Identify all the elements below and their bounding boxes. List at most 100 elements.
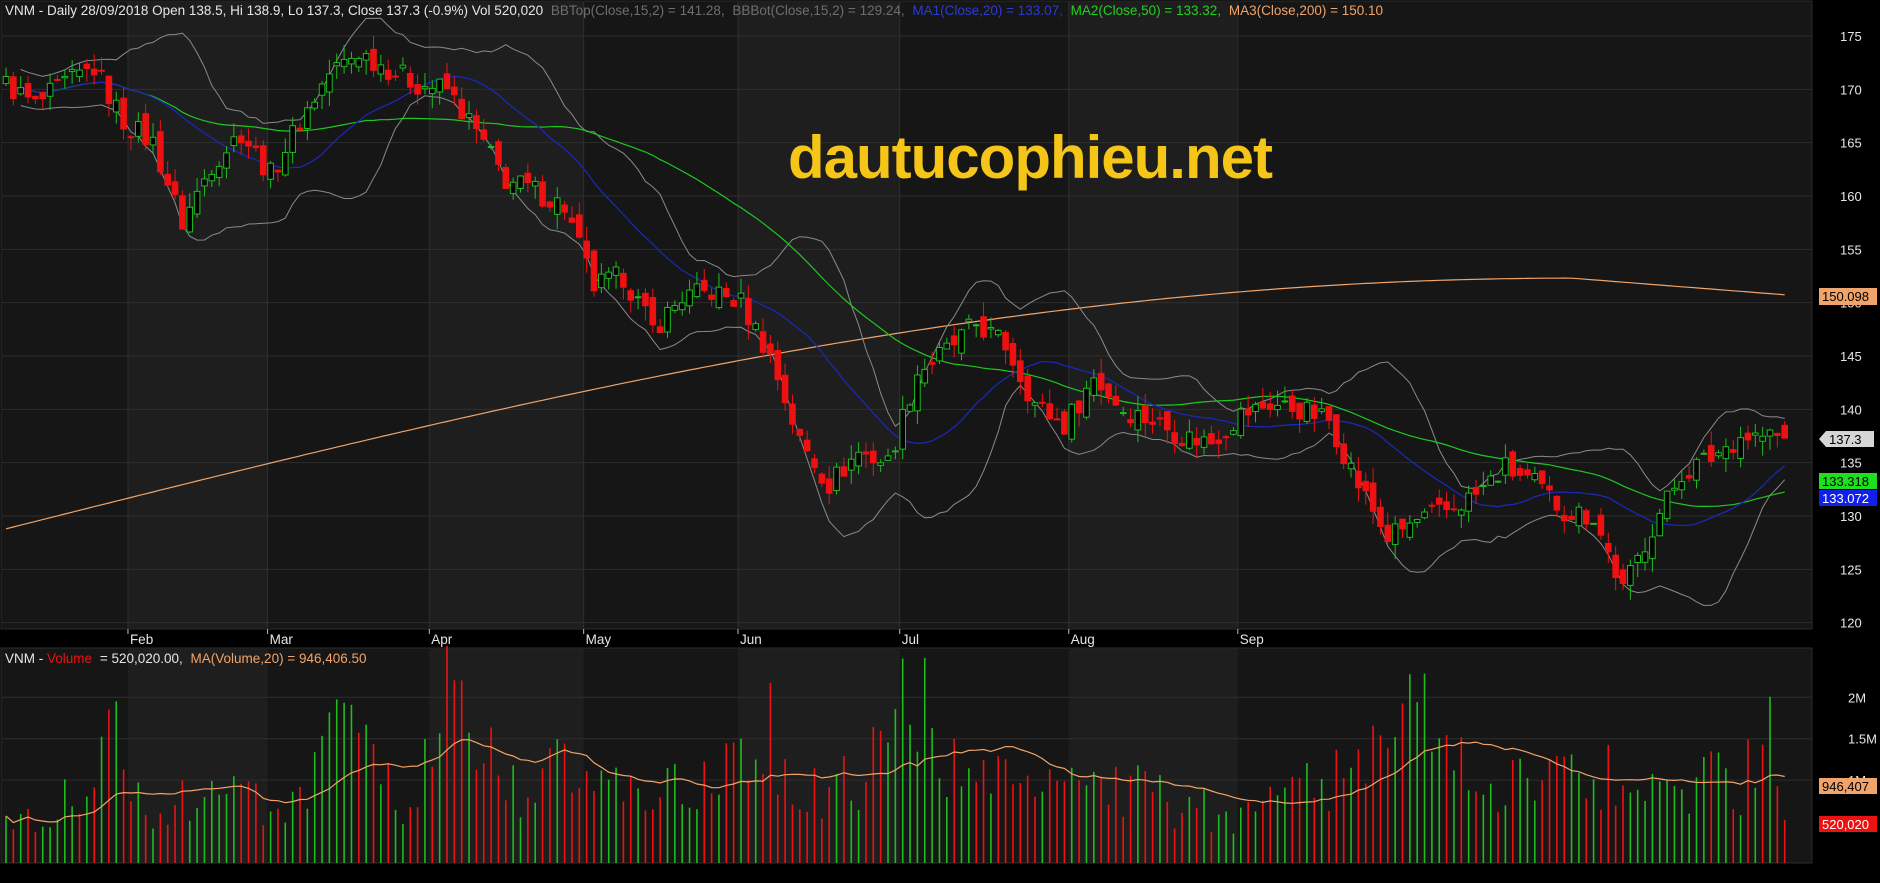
legend-ma2: MA2(Close,50) = 133.32, bbox=[1071, 3, 1221, 18]
candle-body bbox=[1311, 404, 1318, 419]
candle-body bbox=[921, 368, 929, 384]
candle-body bbox=[429, 87, 436, 95]
candle-body bbox=[208, 173, 216, 182]
chart-svg: dautucophieu.net Feb Mar Apr May Jun Jul Aug Se… bbox=[0, 0, 1880, 878]
candle-body bbox=[781, 374, 789, 404]
candle-body bbox=[1340, 443, 1348, 465]
candle bbox=[1663, 490, 1671, 523]
candle-body bbox=[1435, 497, 1443, 505]
candle-body bbox=[634, 296, 642, 299]
candle-body bbox=[384, 69, 392, 80]
candle-body bbox=[1244, 408, 1252, 416]
candle-body bbox=[1568, 515, 1575, 520]
candle-body bbox=[340, 58, 348, 68]
candle-body bbox=[1384, 524, 1392, 543]
candle-body bbox=[83, 63, 91, 69]
candle-body bbox=[1134, 410, 1142, 431]
candle-body bbox=[892, 450, 899, 453]
candle-body bbox=[612, 266, 620, 276]
candle-body bbox=[693, 283, 701, 298]
candle-body bbox=[664, 306, 671, 333]
badge-volume-ma: 946,407 bbox=[1819, 778, 1877, 794]
legend-ma3: MA3(Close,200) = 150.10 bbox=[1229, 3, 1383, 18]
candle-body bbox=[142, 113, 149, 145]
volume-header-value: = 520,020.00, bbox=[100, 651, 183, 666]
candle-body bbox=[1230, 430, 1237, 435]
candle-body bbox=[267, 162, 274, 180]
candle bbox=[590, 249, 598, 297]
candle-body bbox=[245, 140, 252, 147]
candle-body bbox=[1766, 429, 1774, 437]
candle-body bbox=[627, 290, 635, 301]
candle-body bbox=[1472, 486, 1480, 495]
candle-body bbox=[568, 217, 576, 223]
candle-body bbox=[473, 115, 480, 130]
candle-body bbox=[994, 329, 1002, 336]
candle-body bbox=[598, 273, 605, 289]
candle-body bbox=[870, 450, 877, 464]
candle-body bbox=[1693, 458, 1700, 481]
candle bbox=[833, 462, 840, 495]
candle-body bbox=[752, 323, 760, 330]
candle bbox=[1590, 522, 1597, 525]
candle-body bbox=[906, 404, 914, 412]
candle-body bbox=[1399, 518, 1406, 530]
volume-header-symbol: VNM bbox=[5, 651, 35, 666]
candle-body bbox=[943, 342, 951, 350]
candle-body bbox=[789, 403, 796, 425]
candle-body bbox=[68, 68, 76, 72]
candle-body bbox=[237, 135, 245, 144]
candle-body bbox=[296, 127, 304, 131]
month-band bbox=[738, 2, 900, 628]
candle-body bbox=[1391, 523, 1399, 545]
candle-body bbox=[348, 57, 355, 65]
candle-body bbox=[120, 97, 127, 130]
candle-body bbox=[451, 86, 458, 96]
badge-ma1: 133.072 bbox=[1819, 490, 1877, 506]
candle-body bbox=[980, 316, 987, 338]
candle-body bbox=[1200, 436, 1208, 448]
candle-body bbox=[112, 99, 120, 113]
candle-body bbox=[656, 326, 664, 334]
candle-body bbox=[708, 294, 715, 300]
candle-body bbox=[1274, 404, 1281, 411]
candle-body bbox=[326, 73, 333, 93]
candle-body bbox=[149, 136, 157, 146]
candle-body bbox=[32, 95, 39, 100]
candle-body bbox=[1597, 514, 1605, 536]
y-tick-label: 120 bbox=[1840, 616, 1862, 631]
candle-body bbox=[1333, 414, 1340, 448]
candle-body bbox=[289, 125, 296, 153]
candle-body bbox=[884, 455, 892, 461]
svg-text:133.318: 133.318 bbox=[1822, 474, 1869, 489]
candle-body bbox=[590, 250, 598, 292]
candle-body bbox=[355, 58, 363, 68]
candle-body bbox=[1759, 435, 1766, 442]
candle bbox=[1303, 397, 1311, 424]
candle-body bbox=[421, 86, 429, 90]
candle-body bbox=[1465, 492, 1472, 512]
y-tick-label: 140 bbox=[1840, 402, 1862, 417]
candle-body bbox=[105, 75, 113, 105]
candle-body bbox=[1377, 506, 1384, 527]
candle-body bbox=[862, 451, 870, 455]
candle-body bbox=[282, 152, 289, 176]
candle-body bbox=[737, 292, 745, 299]
candle-body bbox=[1266, 403, 1274, 410]
candle-body bbox=[1443, 501, 1450, 511]
candle-body bbox=[1627, 565, 1634, 586]
month-band bbox=[1068, 2, 1238, 628]
candle-body bbox=[1281, 400, 1289, 403]
candle-body bbox=[987, 327, 995, 330]
candle-body bbox=[1237, 408, 1245, 437]
candle-body bbox=[1458, 509, 1465, 516]
candle-body bbox=[171, 181, 179, 195]
candle-body bbox=[414, 84, 421, 95]
candle-body bbox=[1208, 433, 1215, 445]
candle-body bbox=[1656, 512, 1664, 537]
y-tick-label: 160 bbox=[1840, 189, 1862, 204]
candle-body bbox=[723, 287, 730, 298]
candle-body bbox=[193, 190, 201, 215]
candle-body bbox=[399, 64, 407, 69]
candle-body bbox=[899, 408, 907, 450]
